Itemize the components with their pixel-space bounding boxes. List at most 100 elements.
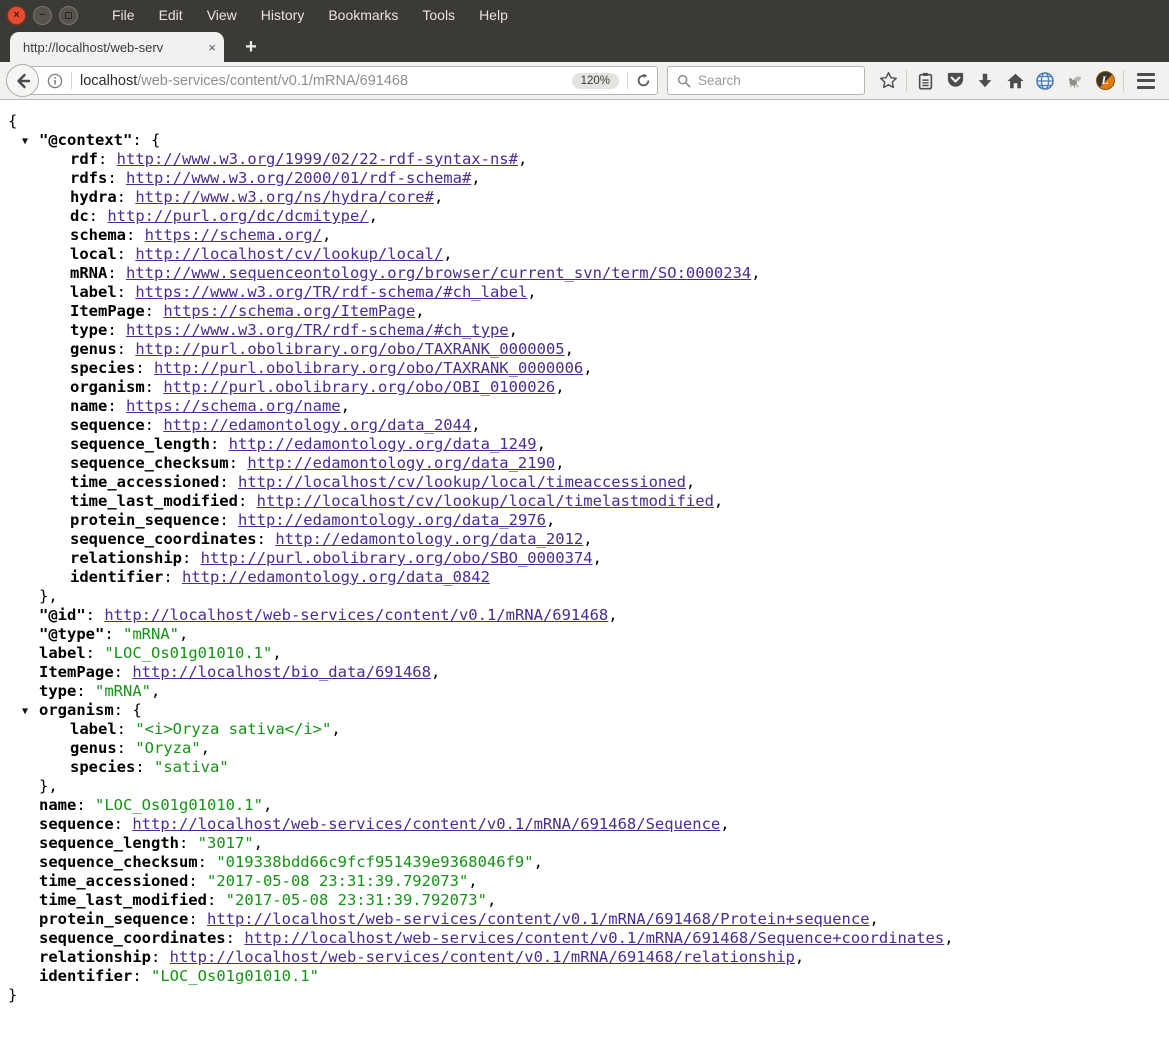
url-text[interactable]: localhost/web-services/content/v0.1/mRNA… xyxy=(80,73,572,89)
json-punctuation: : xyxy=(117,340,136,358)
home-button[interactable] xyxy=(1000,67,1030,95)
new-tab-button[interactable]: + xyxy=(236,34,266,60)
search-bar[interactable]: Search xyxy=(667,66,865,95)
json-link[interactable]: http://purl.obolibrary.org/obo/TAXRANK_0… xyxy=(135,340,564,358)
downloads-button[interactable] xyxy=(970,67,1000,95)
json-link[interactable]: https://schema.org/ xyxy=(145,226,322,244)
json-punctuation: : xyxy=(76,796,95,814)
json-line: relationship: http://purl.obolibrary.org… xyxy=(0,549,1169,568)
json-key: name xyxy=(39,796,76,814)
json-line: identifier: "LOC_Os01g01010.1" xyxy=(0,967,1169,986)
json-link[interactable]: http://www.w3.org/1999/02/22-rdf-syntax-… xyxy=(117,150,518,168)
menu-history[interactable]: History xyxy=(261,7,305,23)
menu-help[interactable]: Help xyxy=(479,7,508,23)
json-punctuation: : xyxy=(145,416,164,434)
site-info-icon[interactable] xyxy=(47,73,63,89)
json-link[interactable]: https://www.w3.org/TR/rdf-schema/#ch_typ… xyxy=(126,321,509,339)
json-key: sequence_length xyxy=(70,435,210,453)
json-string-value: "3017" xyxy=(198,834,254,852)
json-link[interactable]: http://localhost/web-services/content/v0… xyxy=(132,815,720,833)
active-tab[interactable]: http://localhost/web-serv × xyxy=(10,32,224,62)
json-punctuation: { xyxy=(151,131,160,149)
json-link[interactable]: http://edamontology.org/data_1249 xyxy=(229,435,537,453)
menu-tools[interactable]: Tools xyxy=(422,7,455,23)
json-punctuation: : xyxy=(98,150,117,168)
json-link[interactable]: http://localhost/cv/lookup/local/timeacc… xyxy=(238,473,686,491)
globe-icon xyxy=(1035,71,1055,91)
json-link[interactable]: http://edamontology.org/data_0842 xyxy=(182,568,490,586)
menu-edit[interactable]: Edit xyxy=(159,7,183,23)
bookmarks-menu-button[interactable] xyxy=(910,67,940,95)
json-punctuation: , xyxy=(272,644,281,662)
json-punctuation: , xyxy=(431,663,440,681)
json-link[interactable]: http://edamontology.org/data_2012 xyxy=(275,530,583,548)
zoom-level-badge[interactable]: 120% xyxy=(572,73,619,89)
l-extension-button[interactable]: L xyxy=(1090,67,1120,95)
json-link[interactable]: http://edamontology.org/data_2190 xyxy=(247,454,555,472)
url-bar[interactable]: localhost/web-services/content/v0.1/mRNA… xyxy=(22,66,658,95)
json-punctuation: , xyxy=(254,834,263,852)
json-link[interactable]: http://localhost/cv/lookup/local/timelas… xyxy=(257,492,714,510)
json-link[interactable]: https://schema.org/ItemPage xyxy=(163,302,415,320)
window-maximize-icon[interactable] xyxy=(59,6,78,25)
json-key: relationship xyxy=(39,948,151,966)
json-punctuation: : xyxy=(182,549,201,567)
json-line: type: https://www.w3.org/TR/rdf-schema/#… xyxy=(0,321,1169,340)
json-punctuation: : xyxy=(132,131,151,149)
json-key: local xyxy=(70,245,117,263)
menu-view[interactable]: View xyxy=(207,7,237,23)
json-punctuation: : xyxy=(135,758,154,776)
json-link[interactable]: https://www.w3.org/TR/rdf-schema/#ch_lab… xyxy=(135,283,527,301)
json-link[interactable]: http://localhost/bio_data/691468 xyxy=(132,663,431,681)
menu-file[interactable]: File xyxy=(112,7,135,23)
json-link[interactable]: http://www.w3.org/ns/hydra/core# xyxy=(135,188,434,206)
json-line: species: http://purl.obolibrary.org/obo/… xyxy=(0,359,1169,378)
bug-extension-button[interactable] xyxy=(1060,67,1090,95)
json-line: label: "LOC_Os01g01010.1", xyxy=(0,644,1169,663)
json-link[interactable]: http://localhost/web-services/content/v0… xyxy=(244,929,944,947)
json-link[interactable]: http://localhost/web-services/content/v0… xyxy=(207,910,870,928)
window-minimize-icon[interactable]: − xyxy=(33,6,52,25)
globe-extension-button[interactable] xyxy=(1030,67,1060,95)
json-link[interactable]: http://edamontology.org/data_2044 xyxy=(163,416,471,434)
json-line: sequence_coordinates: http://edamontolog… xyxy=(0,530,1169,549)
reload-button[interactable] xyxy=(636,73,651,88)
json-link[interactable]: http://www.sequenceontology.org/browser/… xyxy=(126,264,751,282)
json-string-value: "sativa" xyxy=(154,758,229,776)
json-punctuation: : xyxy=(257,530,276,548)
collapse-toggle-icon[interactable]: ▼ xyxy=(22,702,28,721)
json-line: sequence_length: http://edamontology.org… xyxy=(0,435,1169,454)
json-punctuation: : xyxy=(117,720,136,738)
json-key: genus xyxy=(70,340,117,358)
json-line: ▼"@context": { xyxy=(0,131,1169,150)
json-punctuation: , xyxy=(583,359,592,377)
window-close-icon[interactable]: × xyxy=(7,6,26,25)
json-punctuation: , xyxy=(443,245,452,263)
collapse-toggle-icon[interactable]: ▼ xyxy=(22,132,28,151)
tab-close-icon[interactable]: × xyxy=(208,41,216,54)
json-link[interactable]: http://localhost/web-services/content/v0… xyxy=(104,606,608,624)
json-link[interactable]: http://edamontology.org/data_2976 xyxy=(238,511,546,529)
json-line: genus: "Oryza", xyxy=(0,739,1169,758)
bookmark-star-button[interactable] xyxy=(873,67,903,95)
json-link[interactable]: http://purl.obolibrary.org/obo/SBO_00003… xyxy=(201,549,593,567)
json-link[interactable]: http://purl.obolibrary.org/obo/TAXRANK_0… xyxy=(154,359,583,377)
json-link[interactable]: http://localhost/web-services/content/v0… xyxy=(170,948,795,966)
json-punctuation: : xyxy=(198,853,217,871)
json-link[interactable]: http://www.w3.org/2000/01/rdf-schema# xyxy=(126,169,471,187)
json-punctuation: : xyxy=(132,967,151,985)
json-link[interactable]: http://purl.obolibrary.org/obo/OBI_01000… xyxy=(163,378,555,396)
json-link[interactable]: https://schema.org/name xyxy=(126,397,341,415)
menu-bookmarks[interactable]: Bookmarks xyxy=(328,7,398,23)
json-punctuation: : xyxy=(117,245,136,263)
pocket-button[interactable] xyxy=(940,67,970,95)
json-link[interactable]: http://localhost/cv/lookup/local/ xyxy=(135,245,443,263)
json-punctuation: , xyxy=(487,891,496,909)
tab-title: http://localhost/web-serv xyxy=(23,40,203,55)
back-button[interactable] xyxy=(6,64,39,97)
json-punctuation: : xyxy=(219,511,238,529)
json-link[interactable]: http://purl.org/dc/dcmitype/ xyxy=(107,207,368,225)
json-key: ItemPage xyxy=(70,302,145,320)
menu-button[interactable] xyxy=(1131,67,1161,95)
json-key: schema xyxy=(70,226,126,244)
